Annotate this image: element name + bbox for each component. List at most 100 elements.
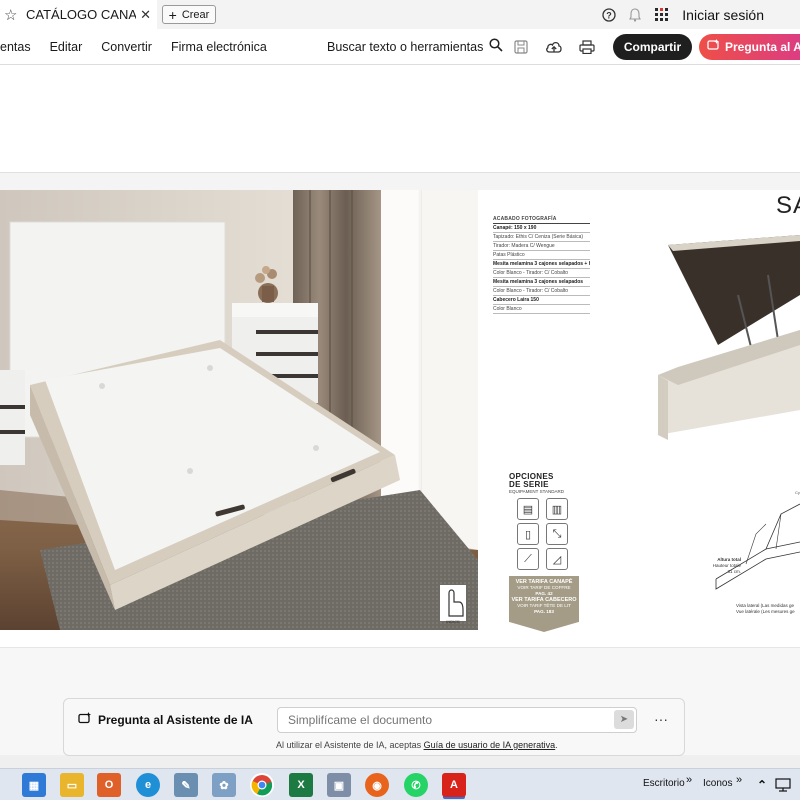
spec-line: Cabecero Laira 150 bbox=[493, 296, 590, 305]
upload-cloud-icon[interactable] bbox=[543, 37, 565, 57]
document-viewport[interactable]: INDICE SA ACABADO FOTOGRAFÍA Canapé: 150… bbox=[0, 65, 800, 755]
spec-line: Color Blanco - Tirador: C/ Cobalto bbox=[493, 287, 590, 296]
tarifa-cabecero-page: PAG. 183 bbox=[534, 609, 554, 614]
spec-line: Mesita melamina 3 cajones selapados + hu… bbox=[493, 260, 590, 269]
opciones-subtitle: EQUIPAMENT STANDARD bbox=[509, 489, 565, 494]
print-icon[interactable] bbox=[576, 37, 598, 57]
height-caption: Altura total Hauteur totale 31 cm. bbox=[693, 557, 741, 575]
disclaimer-text: Al utilizar el Asistente de IA, aceptas bbox=[276, 740, 424, 750]
caption-mid: Cy bbox=[795, 490, 800, 495]
taskbar-iconos[interactable]: Iconos bbox=[703, 778, 732, 789]
help-icon[interactable]: ? bbox=[596, 0, 622, 29]
opciones-title-2: DE SERIE bbox=[509, 480, 549, 489]
excel-icon[interactable]: X bbox=[289, 773, 313, 797]
panel-icon: ▯ bbox=[517, 523, 539, 545]
windows-taskbar: ▦ ▭ O e ✎ ✿ X ▣ ◉ ✆ A Escritorio » Icono… bbox=[0, 768, 800, 800]
whatsapp-icon[interactable]: ✆ bbox=[404, 773, 428, 797]
plus-icon: + bbox=[168, 6, 177, 23]
lift-icon: ⤡ bbox=[546, 523, 568, 545]
close-icon[interactable]: ✕ bbox=[140, 7, 151, 23]
star-icon[interactable]: ☆ bbox=[4, 6, 22, 24]
new-tab-label: Crear bbox=[181, 8, 210, 21]
new-tab-button[interactable]: + Crear bbox=[162, 5, 216, 24]
search-icon bbox=[489, 38, 503, 56]
tab-bar: ☆ CATÁLOGO CANAP... ✕ + Crear ? Iniciar … bbox=[0, 0, 800, 29]
catalog-spread: INDICE SA ACABADO FOTOGRAFÍA Canapé: 150… bbox=[0, 190, 800, 647]
notepad-icon[interactable]: ✎ bbox=[174, 773, 198, 797]
calculator-icon[interactable]: ▦ bbox=[22, 773, 46, 797]
spec-line: Canapé: 150 x 190 bbox=[493, 224, 590, 233]
menu-firma[interactable]: Firma electrónica bbox=[171, 40, 267, 54]
apps-grid-icon[interactable] bbox=[648, 0, 674, 29]
caption-line: Vue latérale (Les mesures ge bbox=[736, 609, 795, 614]
spec-line: Patas Plástico bbox=[493, 251, 590, 260]
firefox-icon[interactable]: ◉ bbox=[365, 773, 389, 797]
bedroom-photo: INDICE bbox=[0, 190, 478, 630]
opciones-grid: ▤ ▥ ▯ ⤡ ⟋ ◿ bbox=[517, 498, 579, 570]
ai-chat-icon bbox=[78, 712, 92, 728]
spec-line: Tapizado: Ethis C/ Ceniza (Serie Básica) bbox=[493, 233, 590, 242]
ai-prompt-input[interactable] bbox=[277, 707, 637, 733]
taskbar-escritorio[interactable]: Escritorio bbox=[643, 778, 685, 789]
menu-herramientas[interactable]: entas bbox=[0, 40, 31, 54]
edge-icon[interactable]: e bbox=[136, 773, 160, 797]
acrobat-icon[interactable]: A bbox=[442, 773, 466, 797]
index-hand-icon bbox=[440, 585, 466, 621]
disclaimer-end: . bbox=[555, 740, 558, 750]
network-icon[interactable] bbox=[772, 773, 796, 797]
ai-label-text: Pregunta al Asistente de IA bbox=[98, 713, 253, 727]
menu-bar: entas Editar Convertir Firma electrónica bbox=[0, 29, 286, 65]
opciones-de-serie: OPCIONES DE SERIE EQUIPAMENT STANDARD ▤ … bbox=[509, 473, 579, 570]
piston-icon: ⟋ bbox=[517, 548, 539, 570]
file-explorer-icon[interactable]: ▭ bbox=[60, 773, 84, 797]
signin-link[interactable]: Iniciar sesión bbox=[682, 7, 764, 23]
ai-assistant-bar: Pregunta al Asistente de IA ➤ ··· Al uti… bbox=[63, 698, 685, 756]
spec-heading: ACABADO FOTOGRAFÍA bbox=[493, 215, 590, 224]
spec-line: Mesita melamina 3 cajones selapados bbox=[493, 278, 590, 287]
canape-open-illustration bbox=[658, 235, 800, 440]
search-tools-label: Buscar texto o herramientas bbox=[327, 40, 484, 54]
spec-list: ACABADO FOTOGRAFÍA Canapé: 150 x 190 Tap… bbox=[493, 215, 590, 314]
ai-assistant-label: Pregunta al Asistente de IA bbox=[78, 712, 253, 728]
caption-line: 31 cm. bbox=[727, 569, 741, 574]
chevron-right-icon[interactable]: » bbox=[686, 774, 692, 786]
more-options-icon[interactable]: ··· bbox=[654, 711, 668, 727]
bell-icon[interactable] bbox=[622, 0, 648, 29]
spec-line: Color Blanco bbox=[493, 305, 590, 314]
save-icon[interactable] bbox=[510, 37, 532, 57]
ai-button-label: Pregunta al A bbox=[725, 40, 800, 54]
chevron-right-icon[interactable]: » bbox=[736, 774, 742, 786]
toolbar: entas Editar Convertir Firma electrónica… bbox=[0, 29, 800, 65]
chrome-icon[interactable] bbox=[250, 773, 274, 797]
ai-guide-link[interactable]: Guía de usuario de IA generativa bbox=[424, 740, 556, 750]
menu-editar[interactable]: Editar bbox=[50, 40, 83, 54]
base-icon: ▥ bbox=[546, 498, 568, 520]
fabric-icon: ▤ bbox=[517, 498, 539, 520]
tarifa-badge[interactable]: VER TARIFA CANAPÉ VOIR TARIF DE COFFRE P… bbox=[509, 576, 579, 632]
ai-disclaimer: Al utilizar el Asistente de IA, aceptas … bbox=[276, 740, 558, 750]
tab-title: CATÁLOGO CANAP... bbox=[26, 7, 136, 22]
ai-sparkle-icon bbox=[707, 39, 720, 55]
tab-catalogo[interactable]: ☆ CATÁLOGO CANAP... ✕ bbox=[0, 0, 157, 29]
spec-line: Color Blanco - Tirador: C/ Cobalto bbox=[493, 269, 590, 278]
ai-assistant-button[interactable]: Pregunta al A bbox=[699, 34, 800, 60]
chevron-up-icon[interactable]: ⌃ bbox=[750, 773, 774, 797]
menu-convertir[interactable]: Convertir bbox=[101, 40, 152, 54]
catalog-right-page: SA ACABADO FOTOGRAFÍA Canapé: 150 x 190 … bbox=[478, 190, 800, 647]
spec-line: Tirador: Madera C/ Wengue bbox=[493, 242, 590, 251]
titlebar-right: ? Iniciar sesión bbox=[596, 0, 800, 29]
send-icon[interactable]: ➤ bbox=[614, 710, 634, 729]
search-tools-button[interactable]: Buscar texto o herramientas bbox=[327, 29, 503, 65]
side-view-caption: Vista lateral (Las medidas ge Vue latéra… bbox=[736, 603, 800, 615]
remote-desktop-icon[interactable]: ▣ bbox=[327, 773, 351, 797]
open-lid-icon: ◿ bbox=[546, 548, 568, 570]
outlook-icon[interactable]: O bbox=[97, 773, 121, 797]
model-title: SA bbox=[776, 192, 800, 219]
canape-line-diagram bbox=[715, 503, 800, 590]
previous-page bbox=[0, 65, 800, 173]
horizontal-scrollbar[interactable] bbox=[0, 757, 800, 768]
indice-label: INDICE bbox=[446, 619, 460, 624]
svg-text:?: ? bbox=[607, 10, 613, 20]
paint-icon[interactable]: ✿ bbox=[212, 773, 236, 797]
share-button[interactable]: Compartir bbox=[613, 34, 692, 60]
